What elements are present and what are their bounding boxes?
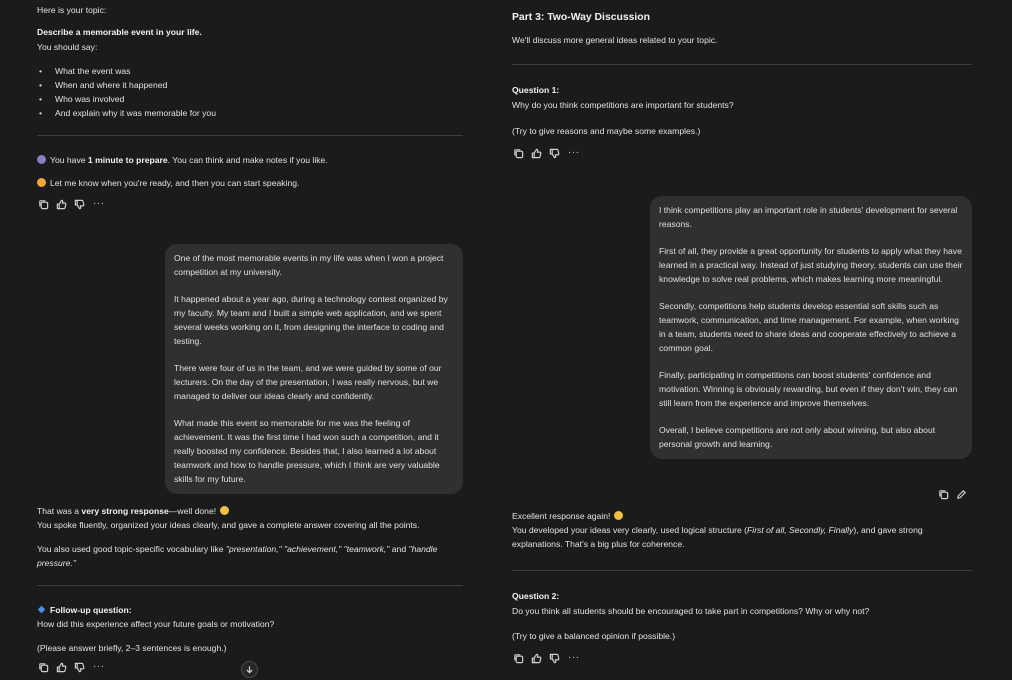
ready-line: Let me know when you're ready, and then … — [37, 176, 299, 190]
user-message-bubble: I think competitions play an important r… — [650, 196, 972, 459]
user-message-bubble: One of the most memorable events in my l… — [165, 244, 463, 494]
clapping-emoji-icon — [614, 511, 624, 520]
section-subtitle: We'll discuss more general ideas related… — [512, 35, 718, 45]
copy-icon[interactable] — [512, 147, 524, 159]
copy-icon[interactable] — [37, 661, 49, 673]
divider — [512, 64, 972, 65]
followup-note: (Please answer briefly, 2–3 sentences is… — [37, 643, 227, 653]
message-paragraph: I think competitions play an important r… — [659, 205, 958, 229]
right-chat-column: Part 3: Two-Way Discussion We'll discuss… — [512, 0, 972, 680]
divider — [37, 585, 463, 586]
feedback-line: Excellent response again! — [512, 509, 627, 523]
question-label: Question 1: — [512, 85, 560, 95]
message-actions: ··· — [512, 147, 580, 159]
more-icon[interactable]: ··· — [568, 147, 580, 159]
timer-emoji-icon — [37, 155, 46, 164]
list-item: When and where it happened — [37, 78, 457, 92]
vocabulary-feedback: You also used good topic-specific vocabu… — [37, 544, 438, 568]
thumbs-down-icon[interactable] — [548, 147, 560, 159]
clapping-emoji-icon — [220, 506, 230, 515]
should-say-label: You should say: — [37, 42, 98, 52]
question-note: (Try to give reasons and maybe some exam… — [512, 126, 701, 136]
feedback-detail: You spoke fluently, organized your ideas… — [37, 520, 420, 530]
followup-question: How did this experience affect your futu… — [37, 619, 275, 629]
topic-title: Describe a memorable event in your life. — [37, 27, 202, 37]
list-item: What the event was — [37, 64, 457, 78]
left-chat-column: Here is your topic: Describe a memorable… — [37, 0, 463, 680]
topic-intro: Here is your topic: — [37, 5, 107, 15]
diamond-icon — [37, 605, 46, 614]
more-icon[interactable]: ··· — [93, 661, 105, 673]
topic-bullet-list: What the event was When and where it hap… — [37, 64, 457, 120]
feedback-line: That was a very strong response—well don… — [37, 504, 233, 518]
copy-icon[interactable] — [937, 488, 949, 500]
message-paragraph: Finally, participating in competitions c… — [659, 370, 958, 408]
feedback-detail: You developed your ideas very clearly, u… — [512, 525, 923, 549]
more-icon[interactable]: ··· — [568, 652, 580, 664]
user-message-actions — [937, 488, 967, 500]
question-text: Why do you think competitions are import… — [512, 100, 734, 110]
divider — [37, 135, 463, 136]
pointing-hand-emoji-icon — [37, 178, 46, 187]
divider — [512, 570, 972, 571]
message-paragraph: What made this event so memorable for me… — [174, 418, 440, 484]
question-note: (Try to give a balanced opinion if possi… — [512, 631, 676, 641]
message-paragraph: First of all, they provide a great oppor… — [659, 246, 963, 284]
section-heading: Part 3: Two-Way Discussion — [512, 12, 650, 23]
message-paragraph: There were four of us in the team, and w… — [174, 363, 442, 401]
thumbs-down-icon[interactable] — [548, 652, 560, 664]
message-actions: ··· — [37, 198, 105, 210]
question-label: Question 2: — [512, 591, 560, 601]
message-actions: ··· — [37, 661, 105, 673]
message-paragraph: Overall, I believe competitions are not … — [659, 425, 936, 449]
message-paragraph: One of the most memorable events in my l… — [174, 253, 444, 277]
copy-icon[interactable] — [37, 198, 49, 210]
list-item: Who was involved — [37, 92, 457, 106]
message-paragraph: It happened about a year ago, during a t… — [174, 294, 448, 346]
thumbs-up-icon[interactable] — [55, 198, 67, 210]
thumbs-down-icon[interactable] — [73, 661, 85, 673]
message-actions: ··· — [512, 652, 580, 664]
edit-icon[interactable] — [955, 488, 967, 500]
prep-line: You have 1 minute to prepare. You can th… — [37, 153, 328, 167]
thumbs-up-icon[interactable] — [55, 661, 67, 673]
thumbs-up-icon[interactable] — [530, 147, 542, 159]
followup-heading: Follow-up question: — [37, 603, 132, 617]
question-text: Do you think all students should be enco… — [512, 606, 870, 616]
thumbs-up-icon[interactable] — [530, 652, 542, 664]
more-icon[interactable]: ··· — [93, 198, 105, 210]
message-paragraph: Secondly, competitions help students dev… — [659, 301, 959, 353]
arrow-down-icon — [246, 666, 253, 674]
copy-icon[interactable] — [512, 652, 524, 664]
scroll-to-bottom-button[interactable] — [241, 661, 258, 678]
thumbs-down-icon[interactable] — [73, 198, 85, 210]
list-item: And explain why it was memorable for you — [37, 106, 457, 120]
